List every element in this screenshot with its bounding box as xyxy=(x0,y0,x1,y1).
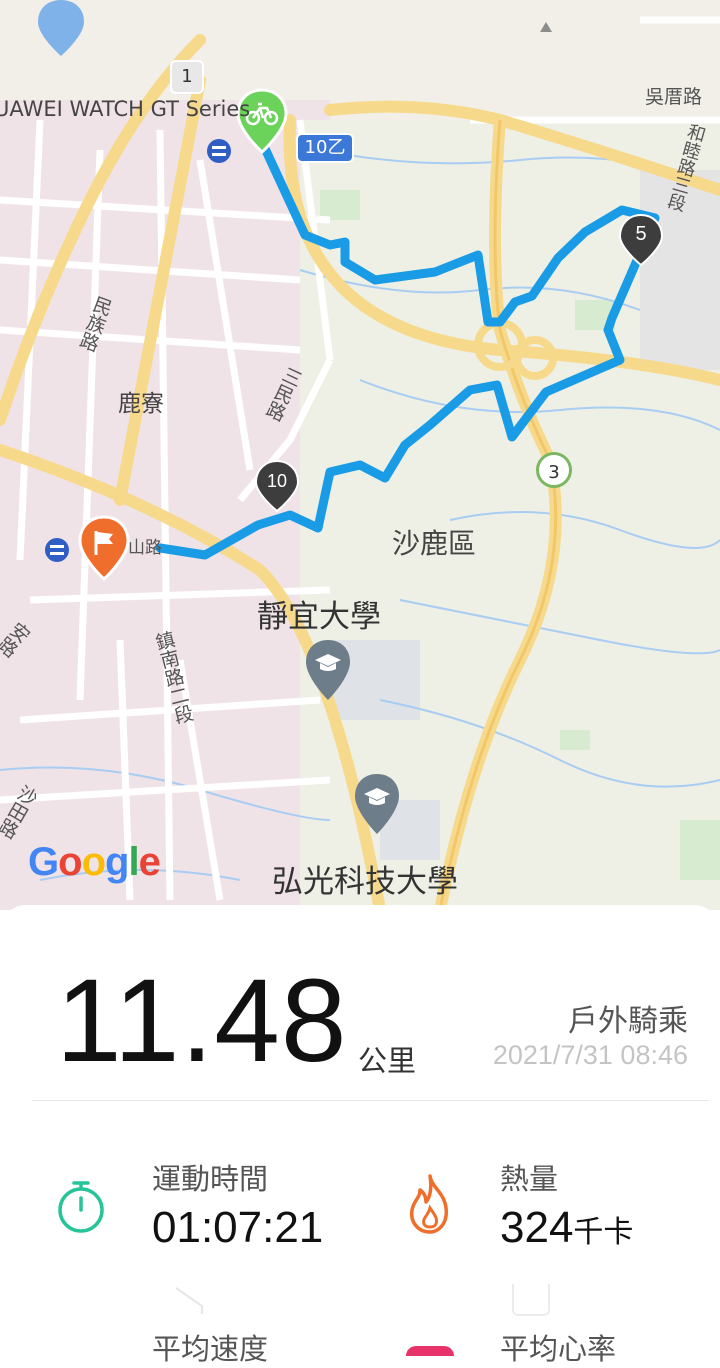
finish-flag-pin-icon[interactable] xyxy=(76,515,132,581)
distance-value: 11.48 xyxy=(56,955,348,1087)
google-logo-letter: e xyxy=(138,840,161,884)
google-logo-letter: o xyxy=(58,840,82,884)
duration-label: 運動時間 xyxy=(152,1162,269,1196)
km-marker-5[interactable]: 5 xyxy=(618,214,664,266)
google-logo-letter: l xyxy=(128,840,139,884)
speed-icon xyxy=(175,1287,203,1314)
north-indicator-icon xyxy=(540,22,552,32)
google-logo-letter: G xyxy=(28,840,59,884)
park xyxy=(680,820,720,880)
road-label: 山路 xyxy=(128,538,162,558)
area-label: 鹿寮 xyxy=(118,391,164,417)
poi-label: 靜宜大學 xyxy=(257,599,381,635)
duration-value: 01:07:21 xyxy=(152,1203,324,1252)
route-shield-label: 10乙 xyxy=(304,137,346,158)
google-logo: Google xyxy=(28,840,161,885)
divider xyxy=(32,1100,708,1101)
route-map[interactable]: 1 10乙 3 吳厝路 和睦路三段 民族路 鹿寮 三民路 沙鹿區 靜宜大學 鎮南… xyxy=(0,0,720,910)
route-shield-10yi: 10乙 xyxy=(296,133,354,163)
route-shield-label: 3 xyxy=(548,462,560,483)
heart-icon xyxy=(406,1346,454,1356)
calories-unit: 千卡 xyxy=(573,1215,634,1250)
train-station-icon xyxy=(45,538,69,562)
workout-datetime: 2021/7/31 08:46 xyxy=(492,1040,688,1070)
route-shield-label: 1 xyxy=(181,66,193,87)
google-logo-letter: o xyxy=(81,840,106,884)
train-station-icon xyxy=(207,139,231,163)
google-logo-letter: g xyxy=(105,840,129,884)
route-shield-1: 1 xyxy=(170,60,204,94)
university-pin-icon[interactable] xyxy=(352,772,402,836)
distance-unit: 公里 xyxy=(358,1044,417,1078)
avg-speed-label: 平均速度 xyxy=(152,1332,269,1366)
km-marker-10[interactable]: 10 xyxy=(254,460,300,512)
district-label: 沙鹿區 xyxy=(392,527,477,560)
stopwatch-icon xyxy=(58,1181,104,1233)
park xyxy=(320,190,360,220)
calories-value-row: 324千卡 xyxy=(500,1203,633,1253)
heart-rate-icon xyxy=(512,1284,550,1316)
calories-value: 324 xyxy=(500,1203,574,1252)
km-marker-label: 10 xyxy=(266,471,288,491)
km-marker-label: 5 xyxy=(635,223,647,245)
university-pin-icon[interactable] xyxy=(303,638,353,702)
park xyxy=(560,730,590,750)
route-shield-3: 3 xyxy=(536,452,572,488)
watch-model-label: UAWEI WATCH GT Series xyxy=(0,97,251,121)
activity-type: 戶外騎乘 xyxy=(568,1004,688,1039)
calories-label: 熱量 xyxy=(500,1162,559,1196)
avg-heart-rate-label: 平均心率 xyxy=(500,1332,617,1366)
road-label: 吳厝路 xyxy=(645,86,703,108)
location-pin-icon[interactable] xyxy=(34,0,88,58)
flame-icon xyxy=(409,1174,448,1234)
poi-label: 弘光科技大學 xyxy=(272,864,458,900)
